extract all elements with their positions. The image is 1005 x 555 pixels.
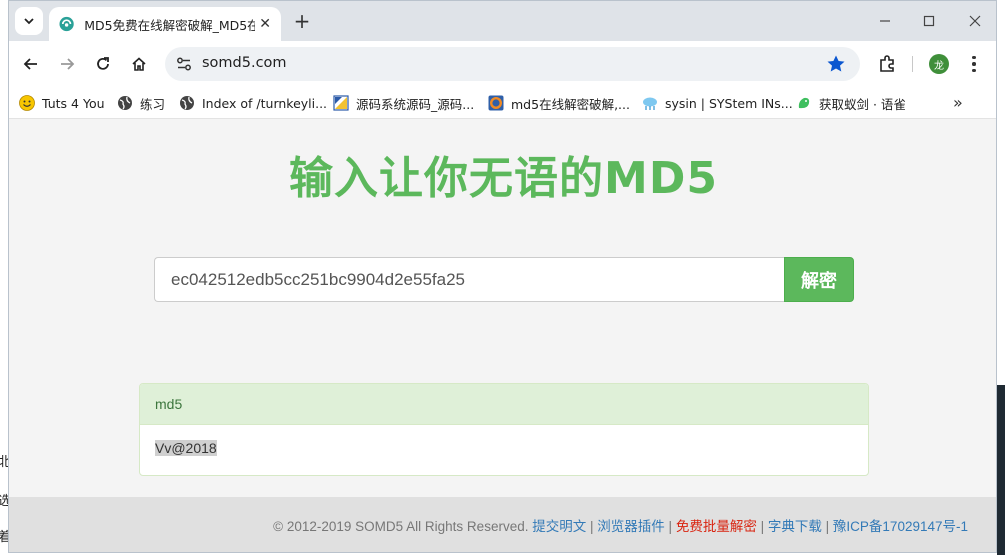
maximize-icon[interactable] xyxy=(917,9,941,33)
footer-separator: | xyxy=(590,519,594,534)
reload-icon xyxy=(97,57,109,70)
footer-link-submit-plaintext[interactable]: 提交明文 xyxy=(532,519,586,534)
bookmark-tuts4you[interactable]: Tuts 4 You xyxy=(19,93,105,113)
cmd5-icon xyxy=(488,95,504,111)
footer-separator: | xyxy=(760,519,765,534)
browser-toolbar: somd5.com 龙 xyxy=(9,41,996,87)
bookmark-yuque[interactable]: 获取蚁剑 · 语雀 xyxy=(796,93,906,113)
bookmark-practice[interactable]: 练习 xyxy=(117,93,165,113)
home-icon xyxy=(132,57,146,71)
footer-separator: | xyxy=(825,519,830,534)
more-menu-icon[interactable] xyxy=(965,53,983,75)
bookmark-turnkey[interactable]: Index of /turnkeyli... xyxy=(179,93,327,113)
footer-link-browser-plugin[interactable]: 浏览器插件 xyxy=(597,519,665,534)
copyright-text: © 2012-2019 SOMD5 All Rights Reserved. xyxy=(273,519,529,534)
forward-button[interactable] xyxy=(55,52,79,76)
address-bar[interactable]: somd5.com xyxy=(165,47,860,81)
page-content: 输入让你无语的MD5 ec042512edb5cc251bc9904d2e55f… xyxy=(9,120,996,552)
bookmark-cmd5[interactable]: md5在线解密破解,... xyxy=(488,93,630,113)
result-panel: md5 Vv@2018 xyxy=(139,383,869,476)
md5-hash-input[interactable]: ec042512edb5cc251bc9904d2e55fa25 xyxy=(154,257,785,302)
extensions-puzzle-icon[interactable] xyxy=(877,53,899,75)
smiley-icon xyxy=(19,95,35,111)
window-close-icon[interactable] xyxy=(963,9,987,33)
page-footer: © 2012-2019 SOMD5 All Rights Reserved. 提… xyxy=(9,497,996,552)
tab-strip: MD5免费在线解密破解_MD5在 ✕ + xyxy=(9,1,996,41)
yuque-icon xyxy=(798,97,810,109)
bookmark-label: Tuts 4 You xyxy=(42,95,105,111)
bookmark-sysin[interactable]: sysin | SYStem INs... xyxy=(642,93,793,113)
bookmark-label: md5在线解密破解,... xyxy=(511,96,630,112)
back-button[interactable] xyxy=(19,52,43,76)
bookmarks-bar: Tuts 4 You 练习 Index of /turnkeyli... 源码系… xyxy=(9,87,996,119)
footer-separator: | xyxy=(668,519,673,534)
home-button[interactable] xyxy=(127,52,151,76)
globe-icon xyxy=(118,96,132,110)
url-text: somd5.com xyxy=(202,55,287,71)
decrypt-button[interactable]: 解密 xyxy=(784,257,854,302)
profile-avatar[interactable]: 龙 xyxy=(929,54,949,74)
source-site-icon xyxy=(333,95,349,111)
bookmark-star-icon[interactable] xyxy=(826,54,846,74)
browser-window: MD5免费在线解密破解_MD5在 ✕ + somd5.com 龙 Tuts 4 … xyxy=(8,0,997,553)
desktop-left-edge: 北 选 着 xyxy=(0,0,11,555)
site-settings-icon[interactable] xyxy=(175,55,193,73)
reload-button[interactable] xyxy=(91,52,115,76)
bookmark-label: 获取蚁剑 · 语雀 xyxy=(819,96,906,112)
close-icon[interactable]: ✕ xyxy=(259,16,271,32)
tab-title: MD5免费在线解密破解_MD5在 xyxy=(84,17,256,33)
arrow-right-icon xyxy=(61,58,75,70)
footer-line: © 2012-2019 SOMD5 All Rights Reserved. 提… xyxy=(273,515,968,535)
tab-active[interactable]: MD5免费在线解密破解_MD5在 ✕ xyxy=(49,7,281,41)
footer-link-icp[interactable]: 豫ICP备17029147号-1 xyxy=(833,519,968,534)
bookmark-label: sysin | SYStem INs... xyxy=(665,95,793,111)
bookmark-label: Index of /turnkeyli... xyxy=(202,95,328,111)
page-title: 输入让你无语的MD5 xyxy=(289,153,718,204)
chevron-down-icon xyxy=(24,18,34,25)
desktop-right-edge xyxy=(997,0,1005,555)
toolbar-divider xyxy=(912,56,913,72)
globe-icon xyxy=(180,96,194,110)
bookmark-label: 源码系统源码_源码... xyxy=(356,96,475,112)
sysin-icon xyxy=(643,97,657,110)
new-tab-button[interactable]: + xyxy=(291,9,313,33)
bookmark-source-code[interactable]: 源码系统源码_源码... xyxy=(333,93,474,113)
bookmark-label: 练习 xyxy=(140,96,166,112)
somd5-favicon-icon xyxy=(59,16,74,32)
bookmarks-overflow-icon[interactable]: » xyxy=(953,93,963,112)
arrow-left-icon xyxy=(23,58,37,70)
result-plaintext[interactable]: Vv@2018 xyxy=(155,440,217,456)
tab-search-button[interactable] xyxy=(15,7,43,35)
footer-link-batch-decrypt[interactable]: 免费批量解密 xyxy=(676,519,757,534)
footer-link-dictionary-download[interactable]: 字典下载 xyxy=(768,519,822,534)
result-body: Vv@2018 xyxy=(140,425,868,471)
result-type-label: md5 xyxy=(140,384,868,425)
minimize-icon[interactable] xyxy=(873,9,897,33)
